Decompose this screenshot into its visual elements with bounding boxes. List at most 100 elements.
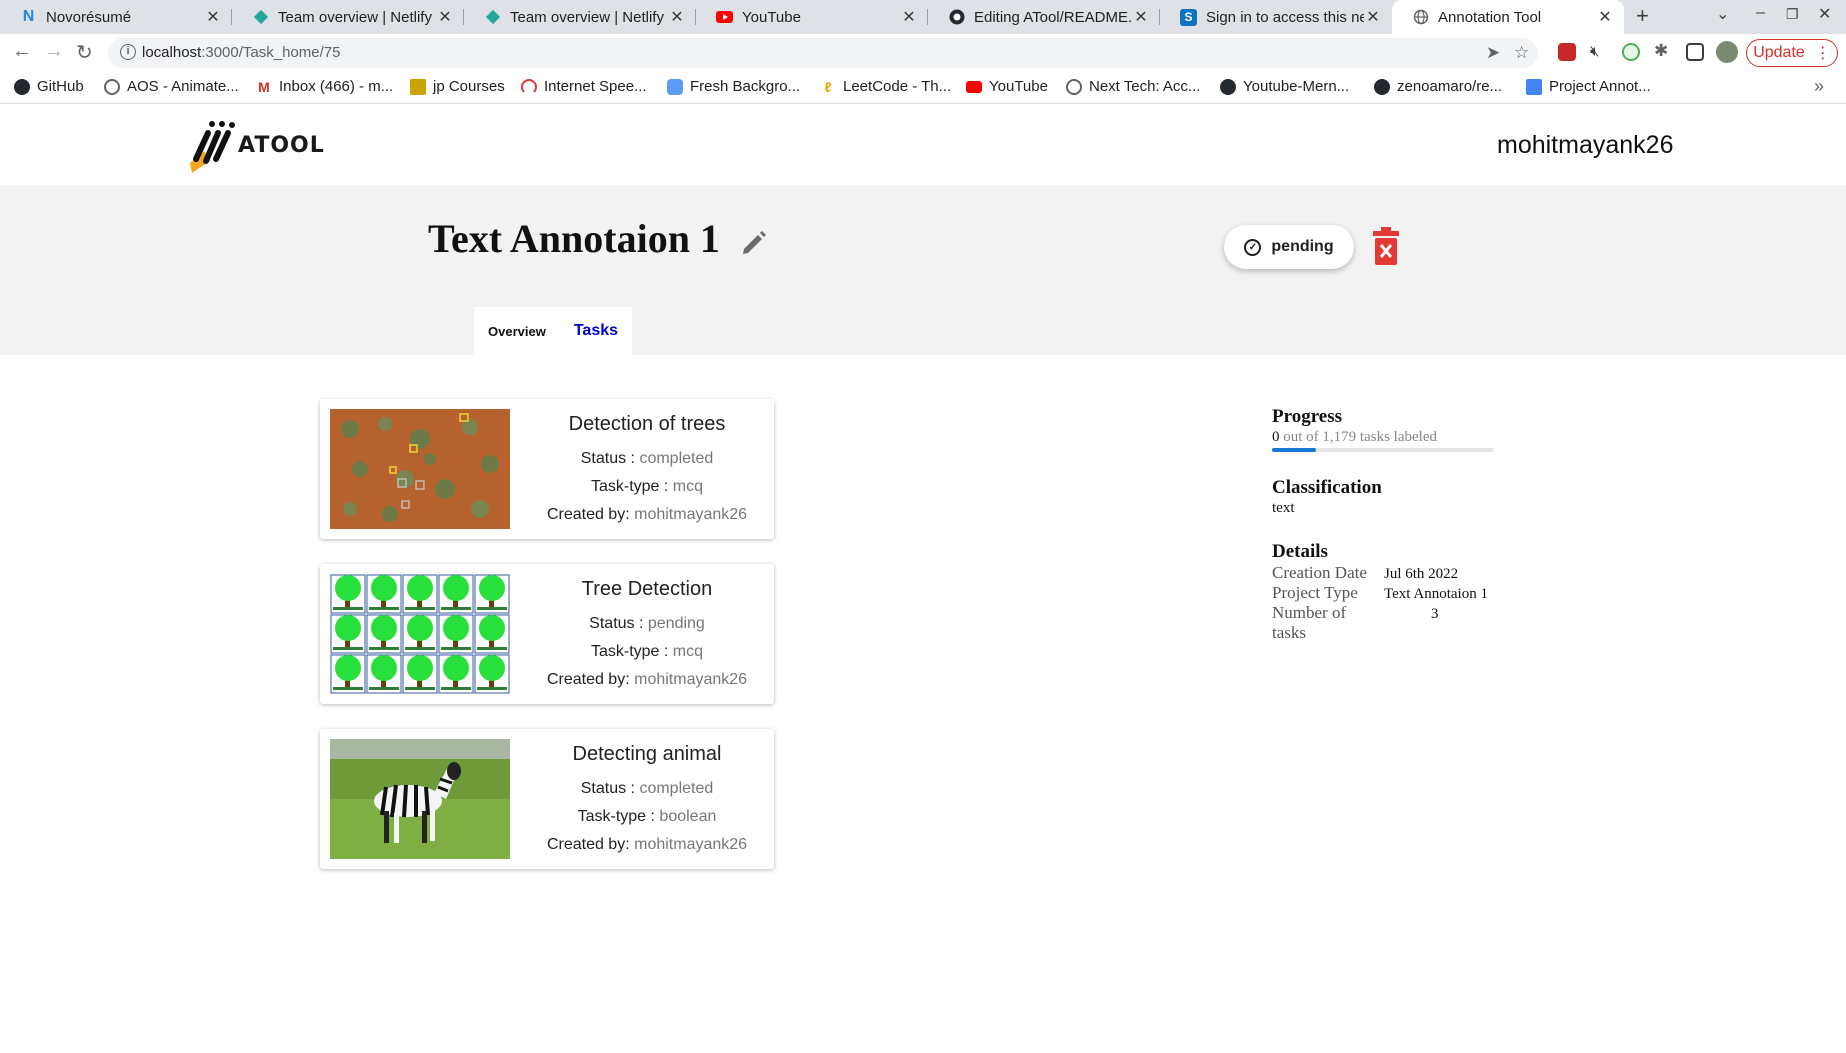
address-bar[interactable]: i localhost:3000/Task_home/75 ➤ ☆ [108,38,1538,68]
app-header: ATOOL mohitmayank26 [0,105,1846,185]
browser-tab[interactable]: N Novorésumé ✕ [0,0,232,34]
task-name: Detection of trees [568,413,726,435]
browser-tab-active[interactable]: Annotation Tool ✕ [1392,0,1624,34]
bookmark-item[interactable]: zenoamaro/re... [1374,78,1502,95]
created-by: mohitmayank26 [634,671,748,688]
bookmark-item[interactable]: jp Courses [410,78,505,95]
bookmark-item[interactable]: Youtube-Mern... [1220,78,1349,95]
sidepanel-icon[interactable] [1686,43,1704,61]
reload-icon[interactable]: ↻ [76,40,93,65]
bookmark-item[interactable]: Fresh Backgro... [667,78,800,95]
task-card[interactable]: Detection of trees Status : completed Ta… [320,399,774,539]
close-icon[interactable]: ✕ [1364,7,1382,27]
s-icon: S [1180,8,1197,26]
minimize-icon[interactable]: – [1756,4,1765,22]
star-icon[interactable]: ☆ [1514,43,1529,63]
forward-arrow-icon[interactable]: → [44,40,64,63]
browser-tab[interactable]: S Sign in to access this net ✕ [1160,0,1392,34]
chevron-right-icon[interactable]: » [1814,76,1824,97]
classroom-icon [410,78,426,95]
close-icon[interactable]: ✕ [1132,7,1150,27]
new-tab-icon[interactable]: + [1636,3,1649,29]
youtube-icon [716,9,733,26]
task-status: completed [639,450,714,467]
chevron-down-icon[interactable]: ⌄ [1716,4,1729,24]
bookmark-item[interactable]: Project Annot... [1526,78,1651,95]
trash-icon[interactable] [1372,227,1400,265]
info-icon[interactable]: i [120,44,136,60]
task-card[interactable]: Detecting animal Status : completed Task… [320,729,774,869]
bookmark-item[interactable]: ℓ LeetCode - Th... [820,78,952,95]
task-type: boolean [659,808,717,825]
github-icon [1374,78,1390,95]
detail-row: Number of tasks 3 [1272,603,1502,643]
browser-tab[interactable]: Team overview | Netlify ✕ [464,0,696,34]
github-icon [14,78,30,95]
netlify-icon [252,9,269,26]
puzzle-icon[interactable]: ✱ [1654,41,1668,61]
restore-icon[interactable]: ❐ [1786,6,1799,23]
background-icon [667,78,683,95]
project-header: Text Annotaion 1 ✓ pending Overview Task… [0,185,1846,355]
pencil-icon[interactable] [738,227,770,259]
tab-tasks[interactable]: Tasks [560,322,632,340]
created-by: mohitmayank26 [634,506,748,523]
gmail-icon: M [258,78,270,95]
browser-tab-title: Annotation Tool [1438,8,1542,26]
globe-icon [104,78,120,95]
grammarly-icon[interactable] [1622,43,1640,61]
update-button[interactable]: Update ⋮ [1746,39,1838,67]
back-arrow-icon[interactable]: ← [12,40,32,63]
task-name: Detecting animal [572,743,722,765]
speedometer-icon [521,78,537,95]
detail-row: Creation Date Jul 6th 2022 [1272,563,1502,583]
task-type-label: Task-type : [590,643,669,660]
bookmarks-bar: GitHub AOS - Animate... M Inbox (466) - m… [0,72,1846,104]
username[interactable]: mohitmayank26 [1497,131,1673,160]
tab-overview[interactable]: Overview [474,324,560,339]
close-icon[interactable]: ✕ [900,7,918,27]
close-icon[interactable]: ✕ [1596,7,1614,27]
classification-value: text [1272,500,1295,516]
status-label: Status : [580,780,635,797]
extension-icon[interactable] [1558,43,1576,61]
close-icon[interactable]: ✕ [668,7,686,27]
status-label: Status : [589,615,644,632]
netlify-icon [484,9,501,26]
details-heading: Details [1272,541,1328,562]
avatar[interactable] [1716,41,1738,63]
classification-heading: Classification [1272,477,1382,498]
task-list: Detection of trees Status : completed Ta… [320,399,774,894]
browser-tab[interactable]: Editing ATool/README.r ✕ [928,0,1160,34]
github-icon [1220,78,1236,95]
task-card[interactable]: Tree Detection Status : pending Task-typ… [320,564,774,704]
detail-value: Jul 6th 2022 [1384,566,1459,582]
bookmark-item[interactable]: YouTube [966,78,1048,95]
page-title: Text Annotaion 1 [428,216,720,261]
leetcode-icon: ℓ [824,78,832,95]
progress-bar [1272,448,1494,452]
logo-text: ATOOL [238,133,325,158]
browser-tab[interactable]: YouTube ✕ [696,0,928,34]
aerial-trees-image [330,409,510,529]
task-type-label: Task-type : [590,478,669,495]
detail-key: Number of tasks [1272,603,1347,642]
novoresume-icon: N [22,8,35,25]
window-close-icon[interactable]: ✕ [1818,4,1831,24]
created-by-label: Created by: [546,506,630,523]
bookmark-item[interactable]: Internet Spee... [521,78,647,95]
bookmark-item[interactable]: M Inbox (466) - m... [256,78,393,95]
mute-icon[interactable]: 🔇︎ [1590,43,1599,60]
close-icon[interactable]: ✕ [204,7,222,27]
task-type: mcq [672,478,704,495]
zebra-image [330,739,510,859]
status-badge[interactable]: ✓ pending [1224,225,1354,269]
project-sidebar: Progress 0 out of 1,179 tasks labeled Cl… [1272,406,1502,643]
task-info: Tree Detection Status : pending Task-typ… [520,578,774,694]
bookmark-item[interactable]: Next Tech: Acc... [1066,78,1200,95]
close-icon[interactable]: ✕ [436,7,454,27]
bookmark-item[interactable]: AOS - Animate... [104,78,239,95]
bookmark-item[interactable]: GitHub [14,78,84,95]
send-icon[interactable]: ➤ [1486,43,1500,63]
browser-tab[interactable]: Team overview | Netlify ✕ [232,0,464,34]
